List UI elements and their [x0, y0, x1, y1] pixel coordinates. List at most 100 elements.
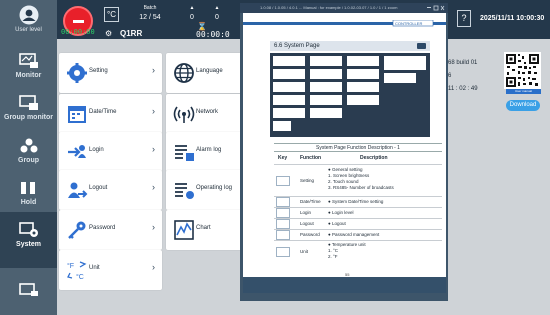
- svg-text:°C: °C: [76, 273, 84, 281]
- sidebar: User level Monitor Group monitor Group H…: [0, 0, 57, 315]
- user-icon: [19, 5, 38, 25]
- sidebar-item-label: Group: [18, 157, 39, 164]
- function-name: Setting: [300, 178, 315, 183]
- network-icon: [173, 106, 195, 123]
- svg-text:°F: °F: [67, 262, 74, 270]
- user-level-label: User level: [15, 27, 42, 33]
- function-name: Login: [300, 210, 312, 215]
- function-description: ● Login level: [328, 210, 354, 215]
- qr-caption: User manual: [506, 89, 541, 94]
- function-description: ● Logout: [328, 221, 346, 226]
- function-name: Logout: [300, 221, 314, 226]
- logout-button[interactable]: Logout ›: [59, 170, 162, 210]
- temp-unit-indicator: °C: [104, 7, 119, 22]
- table-row: Password ● Password management: [274, 229, 442, 240]
- chevron-right-icon: ›: [152, 144, 155, 154]
- step-timer: 00:00:0: [196, 30, 230, 39]
- function-description: ● System Date/Time setting: [328, 199, 384, 204]
- chart-label: Chart: [196, 225, 211, 231]
- function-description: ● Password management: [328, 232, 380, 237]
- chart-icon: [174, 220, 194, 240]
- function-name: Date/Time: [300, 199, 321, 204]
- batch-icon-label: Batch: [143, 5, 157, 11]
- unit-button[interactable]: °F °C Unit ›: [59, 250, 162, 290]
- login-key-thumb: [276, 208, 290, 218]
- datetime-key-thumb: [276, 197, 290, 207]
- datetime-button[interactable]: Date/Time ›: [59, 94, 162, 134]
- setting-key-thumb: [276, 176, 290, 186]
- manual-section-title: 6.6 System Page: [270, 41, 430, 51]
- monitor-icon: [18, 53, 38, 68]
- key-icon: [68, 221, 86, 239]
- manual-footer-bar: [243, 277, 446, 293]
- setting-label: Setting: [89, 68, 108, 74]
- stat-two-value: 0: [190, 14, 194, 21]
- alarm-log-label: Alarm log: [196, 147, 222, 153]
- calendar-icon: [68, 106, 86, 123]
- table-row: Setting ● General setting 1. Screen brig…: [274, 164, 442, 196]
- function-name: Password: [300, 232, 320, 237]
- chevron-right-icon: ›: [152, 182, 155, 192]
- function-description: ● General setting 1. Screen brightness 2…: [328, 167, 394, 190]
- unit-label: Unit: [89, 265, 100, 271]
- password-button[interactable]: Password ›: [59, 210, 162, 250]
- login-icon: [68, 145, 86, 158]
- window-controls[interactable]: [427, 5, 445, 11]
- globe-icon: [174, 63, 194, 83]
- elapsed-timer: 00:00:00: [61, 28, 95, 36]
- table-row: Date/Time ● System Date/Time setting: [274, 196, 442, 207]
- table-row: Logout ● Logout: [274, 218, 442, 229]
- operating-log-label: Operating log: [196, 185, 233, 191]
- operating-log-icon: [175, 183, 194, 199]
- system-page-thumbnail: [270, 53, 430, 137]
- display-icon: [18, 283, 38, 296]
- setting-button[interactable]: Setting ›: [59, 53, 162, 93]
- col-function-header: Function: [300, 155, 322, 161]
- gear-icon: [67, 63, 87, 83]
- download-button[interactable]: Download: [506, 100, 540, 111]
- logout-label: Logout: [89, 185, 108, 191]
- sidebar-item-label: Group monitor: [4, 114, 53, 121]
- manual-brand: CONTROLLER: [395, 21, 423, 26]
- group-icon: [20, 138, 37, 153]
- sidebar-item-system[interactable]: System: [0, 212, 57, 268]
- datetime-label: Date/Time: [89, 109, 117, 115]
- alarm-log-icon: [175, 145, 194, 161]
- user-level-button[interactable]: User level: [0, 0, 57, 39]
- password-key-thumb: [276, 230, 290, 240]
- function-description: ● Temperature unit 1. °C 2. °F: [328, 242, 366, 259]
- chevron-right-icon: ›: [152, 262, 155, 272]
- hold-icon: [20, 182, 35, 194]
- col-description-header: Description: [360, 155, 388, 161]
- manual-window-titlebar[interactable]: 1.0.08 / 1.0.05 / 4.0.1 ... Manual : for…: [240, 3, 448, 13]
- fan-icon: ⚙: [105, 29, 113, 38]
- recipe-name: Q1RR: [120, 29, 143, 38]
- sidebar-item-display[interactable]: [0, 272, 57, 315]
- table-row: Login ● Login level: [274, 207, 442, 218]
- col-key-header: Key: [278, 155, 288, 161]
- group-monitor-icon: [18, 95, 38, 110]
- datetime-display: 2025/11/11 10:00:30: [480, 15, 545, 22]
- batch-counter: Batch 12 / 54: [139, 4, 161, 22]
- logout-icon: [68, 182, 88, 198]
- chevron-right-icon: ›: [152, 65, 155, 75]
- logout-key-thumb: [276, 219, 290, 229]
- chevron-right-icon: ›: [152, 106, 155, 116]
- language-label: Language: [196, 68, 223, 74]
- qr-code-image: [504, 52, 541, 89]
- stat-three: ▲ 0: [210, 4, 224, 22]
- section-title-text: 6.6 System Page: [274, 43, 320, 49]
- stat-three-value: 0: [215, 14, 219, 21]
- stat-two: ▲ 0: [185, 4, 199, 22]
- help-button[interactable]: ?: [457, 10, 471, 27]
- login-label: Login: [89, 147, 104, 153]
- function-name: Unit: [300, 249, 309, 254]
- keyboard-icon: [417, 43, 426, 49]
- sidebar-item-label: Monitor: [15, 72, 42, 79]
- temperature-unit-icon: °F °C: [67, 261, 87, 281]
- close-icon[interactable]: [427, 5, 445, 11]
- sidebar-item-label: Hold: [20, 199, 37, 206]
- login-button[interactable]: Login ›: [59, 132, 162, 172]
- unit-key-thumb: [276, 247, 290, 257]
- function-table-title: System Page Function Description - 1: [274, 143, 442, 152]
